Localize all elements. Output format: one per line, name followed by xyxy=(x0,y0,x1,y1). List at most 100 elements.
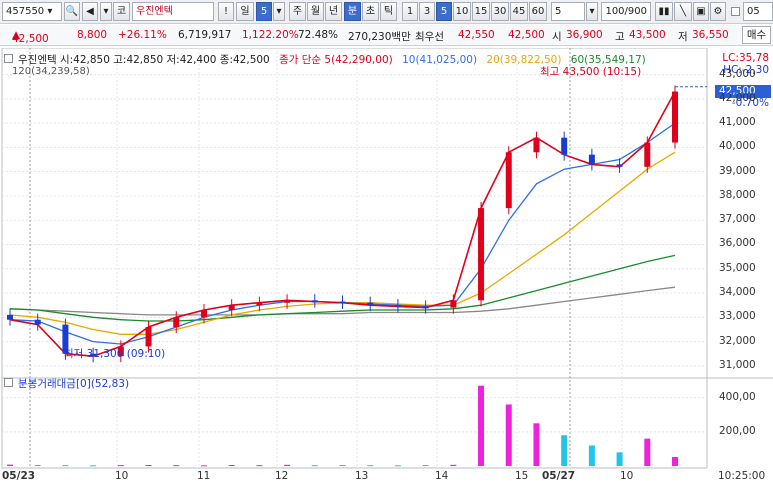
candle-body xyxy=(311,300,318,303)
interval-select[interactable]: 5 xyxy=(256,2,272,21)
date-tick-label: 10 xyxy=(620,470,634,482)
range-input[interactable]: 100/900 xyxy=(601,2,651,21)
market-badge[interactable]: 코 xyxy=(113,2,130,21)
volume-bar xyxy=(311,465,318,467)
price-tick-label: 33,000 xyxy=(719,310,756,323)
ma-line-종가 단순 5 xyxy=(9,91,676,358)
date-tick-label: 11 xyxy=(197,470,211,482)
period-minute-button[interactable]: 분 xyxy=(344,2,361,21)
period-week-button[interactable]: 주 xyxy=(289,2,306,21)
minute-15-button[interactable]: 15 xyxy=(472,2,490,21)
period-day-button[interactable]: 일 xyxy=(236,2,254,21)
volume-bar xyxy=(117,465,124,467)
minute-1-button[interactable]: 1 xyxy=(402,2,418,21)
interval-dropdown-icon[interactable]: ▾ xyxy=(273,2,285,21)
legend-toggle-checkbox[interactable] xyxy=(4,54,13,63)
candle-body xyxy=(616,164,623,167)
minute-30-button[interactable]: 30 xyxy=(491,2,509,21)
price-tick-label: 36,000 xyxy=(719,237,756,250)
candle-body xyxy=(284,300,291,303)
date-tick-label: 12 xyxy=(275,470,289,482)
line-tool-icon[interactable]: ╲ xyxy=(674,2,692,21)
volume-bar xyxy=(173,465,180,467)
buy-button[interactable]: 매수 xyxy=(742,26,771,44)
candle-body xyxy=(7,314,13,320)
search-icon[interactable]: 🔍 xyxy=(64,2,80,21)
minute-3-button[interactable]: 3 xyxy=(419,2,435,21)
candle-body xyxy=(672,91,678,143)
volume-bar xyxy=(450,464,457,466)
price-tick-label: 41,000 xyxy=(719,116,756,129)
candle-body xyxy=(339,301,346,304)
candle-body xyxy=(644,142,651,167)
volume-bar xyxy=(7,464,13,466)
open-label: 시 xyxy=(552,31,562,43)
date-tick-label: 05/23 xyxy=(2,470,36,482)
volume-bar xyxy=(256,465,263,467)
price-tick-label: 31,000 xyxy=(719,358,756,371)
period-year-button[interactable]: 년 xyxy=(325,2,342,21)
minute-60-button[interactable]: 60 xyxy=(529,2,547,21)
dropdown-icon[interactable]: ▾ xyxy=(100,2,112,21)
price-info-bar: 42,500 ▲ 8,800 +26.11% 6,719,917 1,122.2… xyxy=(0,25,773,46)
candle-body xyxy=(478,208,485,301)
minute-10-button[interactable]: 10 xyxy=(453,2,471,21)
volume-bar xyxy=(616,452,623,466)
period-month-button[interactable]: 월 xyxy=(307,2,324,21)
volume-tick-label: 400,00 xyxy=(719,390,756,403)
period-tick-button[interactable]: 틱 xyxy=(380,2,397,21)
plot-frame xyxy=(1,48,708,469)
minute-45-button[interactable]: 45 xyxy=(510,2,528,21)
volume-tick-label: 200,00 xyxy=(719,424,756,437)
price-tick-label: 34,000 xyxy=(719,286,756,299)
ma10-legend: 10(41,025,00) xyxy=(402,54,478,66)
candle-body xyxy=(505,152,512,209)
stock-code-input[interactable]: 457550 ▾ xyxy=(2,2,62,21)
right-input[interactable]: 05 xyxy=(743,2,773,21)
stock-name-field[interactable]: 우진엔텍 xyxy=(132,2,214,21)
count-dropdown-icon[interactable]: ▾ xyxy=(586,2,598,21)
open-price: 36,900 xyxy=(566,29,603,41)
volume-legend: 분봉거래대금[0](52,83) xyxy=(18,378,130,390)
speaker-icon[interactable]: ◀ xyxy=(82,2,98,21)
option-checkbox[interactable] xyxy=(731,7,740,16)
price-volume-chart[interactable] xyxy=(0,48,773,486)
candle-body xyxy=(588,154,595,165)
candle-body xyxy=(145,327,152,347)
volume-bar xyxy=(62,465,69,467)
volume-bar xyxy=(588,445,595,466)
count-input[interactable]: 5 xyxy=(551,2,585,21)
trade-amount: 270,230백만 xyxy=(348,31,411,43)
volume-bar xyxy=(478,385,485,466)
alert-button[interactable]: ! xyxy=(218,2,234,21)
price-change: 8,800 xyxy=(77,29,108,41)
high-annotation: 최고 43,500 (10:15) xyxy=(540,66,642,78)
ohlc-legend: 우진엔텍 시:42,850 고:42,850 저:42,400 종:42,500 xyxy=(18,54,270,66)
volume-bar xyxy=(228,464,235,466)
volume-legend-checkbox[interactable] xyxy=(4,378,13,387)
volume-bar xyxy=(422,464,429,466)
candle-body xyxy=(256,302,263,306)
chart-area[interactable] xyxy=(0,48,773,486)
volume-bar xyxy=(90,465,97,467)
price-tick-label: 38,000 xyxy=(719,188,756,201)
candle-type-icon[interactable]: ▮▮ xyxy=(655,2,673,21)
date-tick-label: 15 xyxy=(515,470,529,482)
price-tick-label: 39,000 xyxy=(719,164,756,177)
volume-bar xyxy=(394,465,401,467)
best-ask: 42,550 xyxy=(458,29,495,41)
candle-body xyxy=(200,310,207,318)
candle-body xyxy=(450,300,457,308)
volume-ratio: 1,122.20% xyxy=(242,29,299,41)
settings-icon[interactable]: ⚙ xyxy=(710,2,726,21)
period-second-button[interactable]: 초 xyxy=(362,2,379,21)
minute-5-button[interactable]: 5 xyxy=(436,2,452,21)
date-tick-label: 10 xyxy=(115,470,129,482)
candle-body xyxy=(34,319,41,325)
save-icon[interactable]: ▣ xyxy=(693,2,709,21)
volume-bar xyxy=(533,423,540,466)
low-label: 저 xyxy=(678,31,688,43)
lc-value: LC:35,78 xyxy=(722,52,769,64)
high-price: 43,500 xyxy=(629,29,666,41)
candle-body xyxy=(561,137,568,155)
